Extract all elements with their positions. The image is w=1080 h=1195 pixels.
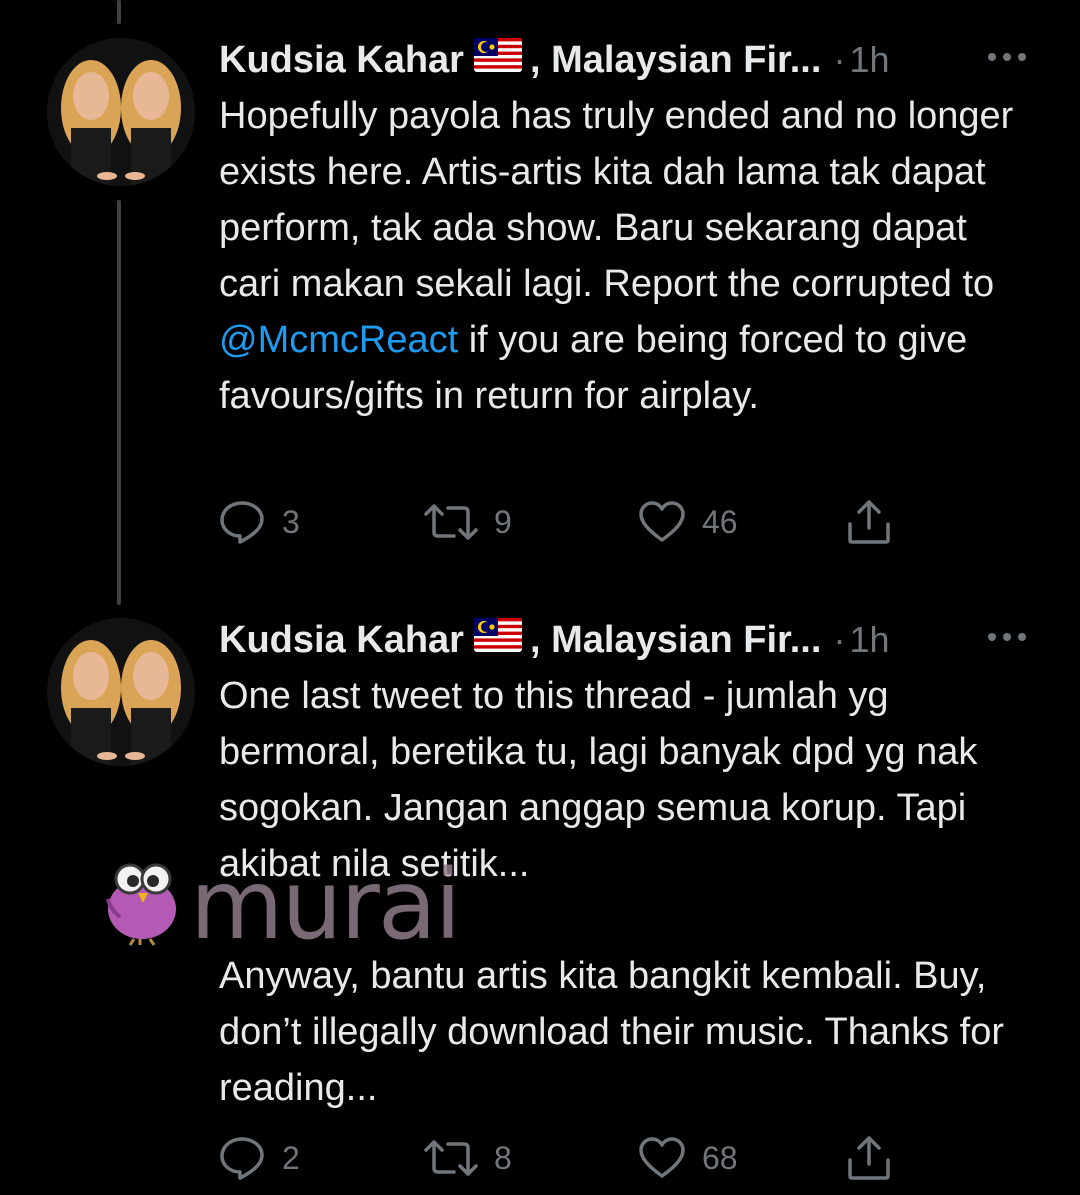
like-count: 46 — [702, 503, 738, 540]
avatar[interactable] — [47, 38, 195, 186]
reply-button[interactable]: 3 — [218, 497, 300, 547]
display-name[interactable]: , Malaysian Fir... — [530, 39, 821, 82]
share-button[interactable] — [846, 497, 908, 547]
watermark-text: murai — [190, 849, 461, 961]
like-count: 68 — [702, 1139, 738, 1176]
author-name[interactable]: Kudsia Kahar — [219, 39, 464, 82]
thread-line-top — [117, 0, 121, 24]
display-name[interactable]: , Malaysian Fir... — [530, 619, 821, 662]
malaysia-flag-icon — [473, 38, 522, 82]
tweet-header: Kudsia Kahar , Malaysian Fir... · 1h — [219, 36, 1039, 84]
thread-line-connector — [117, 200, 121, 605]
like-button[interactable]: 68 — [638, 1133, 738, 1183]
tweet-text: Hopefully payola has truly ended and no … — [219, 88, 1019, 424]
retweet-icon — [424, 1140, 478, 1176]
share-icon — [848, 500, 890, 544]
timestamp[interactable]: 1h — [849, 39, 889, 81]
tweet-actions: 2 8 68 — [218, 1133, 918, 1183]
more-options-icon[interactable] — [984, 622, 1030, 652]
reply-count: 3 — [282, 503, 300, 540]
retweet-icon — [424, 504, 478, 540]
separator-dot: · — [833, 39, 846, 80]
retweet-button[interactable]: 8 — [424, 1133, 512, 1183]
timestamp[interactable]: 1h — [849, 619, 889, 661]
mention-link[interactable]: @McmcReact — [219, 319, 458, 361]
avatar-image — [47, 38, 195, 186]
avatar-image — [47, 618, 195, 766]
separator-dot: · — [833, 619, 846, 660]
reply-button[interactable]: 2 — [218, 1133, 300, 1183]
more-options-icon[interactable] — [984, 42, 1030, 72]
tweet-header: Kudsia Kahar , Malaysian Fir... · 1h — [219, 616, 1039, 664]
watermark: murai — [100, 855, 480, 955]
retweet-count: 9 — [494, 503, 512, 540]
like-button[interactable]: 46 — [638, 497, 738, 547]
heart-icon — [639, 1137, 685, 1178]
retweet-button[interactable]: 9 — [424, 497, 512, 547]
reply-count: 2 — [282, 1139, 300, 1176]
avatar[interactable] — [47, 618, 195, 766]
retweet-count: 8 — [494, 1139, 512, 1176]
malaysia-flag-icon — [473, 618, 522, 662]
reply-icon — [220, 501, 264, 544]
tweet-actions: 3 9 46 — [218, 497, 918, 547]
tweet-text-part: Hopefully payola has truly ended and no … — [219, 95, 1024, 305]
heart-icon — [639, 501, 685, 542]
author-name[interactable]: Kudsia Kahar — [219, 619, 464, 662]
owl-logo-icon — [106, 863, 176, 946]
share-button[interactable] — [846, 1133, 908, 1183]
reply-icon — [220, 1137, 264, 1180]
share-icon — [848, 1136, 890, 1180]
